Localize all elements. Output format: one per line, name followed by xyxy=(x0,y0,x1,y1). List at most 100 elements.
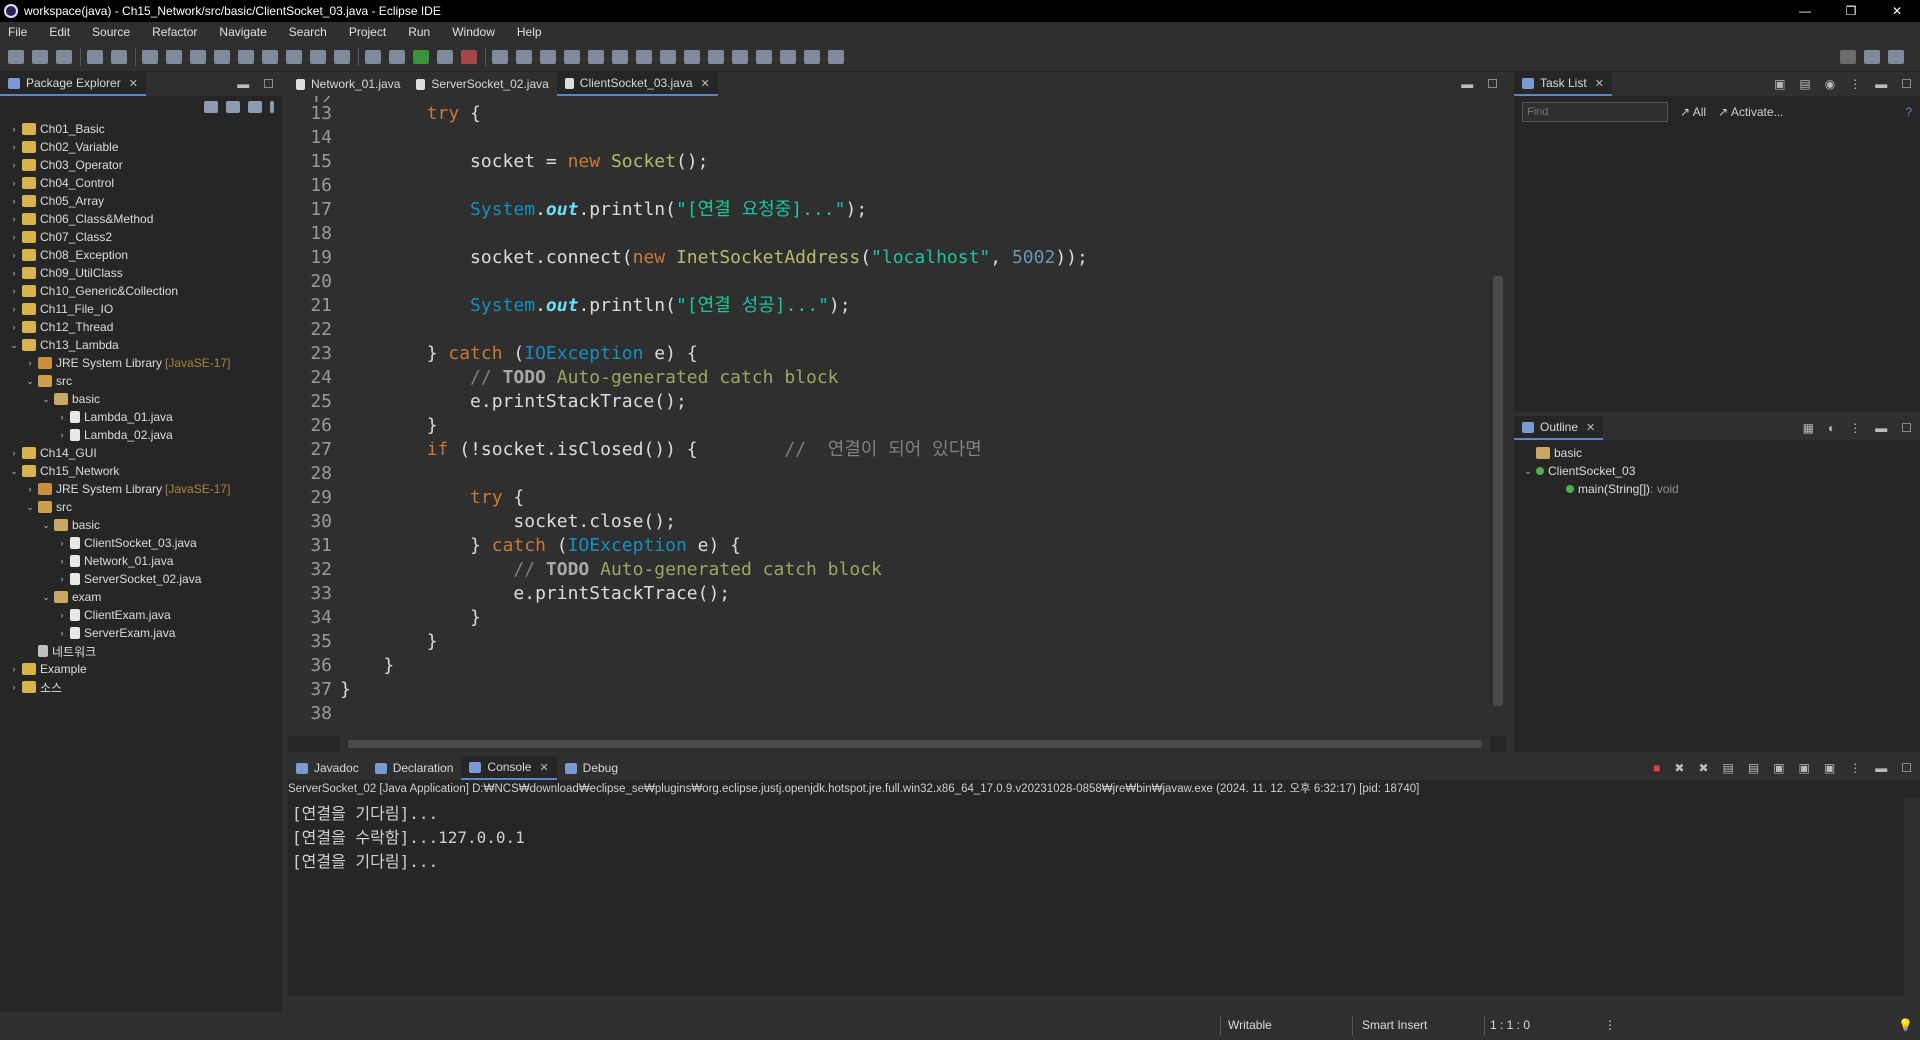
chevron-down-icon[interactable]: ⌄ xyxy=(24,376,36,387)
tab-package-explorer[interactable]: Package Explorer ✕ xyxy=(0,72,146,96)
sort-icon[interactable]: ▦ xyxy=(1803,421,1814,435)
terminal-icon[interactable] xyxy=(142,49,158,64)
restore-button[interactable]: ❐ xyxy=(1828,0,1874,22)
new-java-project-icon[interactable] xyxy=(492,49,508,64)
redo-icon[interactable] xyxy=(111,49,127,64)
code-line[interactable] xyxy=(340,270,1490,294)
all-link[interactable]: ↗ All xyxy=(1680,105,1706,119)
close-icon[interactable]: ✕ xyxy=(539,761,548,774)
chevron-right-icon[interactable]: › xyxy=(56,610,68,620)
tree-item[interactable]: › Ch03_Operator xyxy=(0,156,282,174)
outline-item[interactable]: ⌄ ClientSocket_03 xyxy=(1514,462,1920,480)
code-line[interactable]: try { xyxy=(340,102,1490,126)
minimize-view-button[interactable]: ▬ xyxy=(1875,77,1887,91)
code-line[interactable]: System.out.println("[연결 성공]..."); xyxy=(340,294,1490,318)
code-line[interactable]: } xyxy=(340,678,1490,702)
menu-navigate[interactable]: Navigate xyxy=(219,25,266,39)
code-line[interactable]: } xyxy=(340,654,1490,678)
tree-item[interactable]: › Ch05_Array xyxy=(0,192,282,210)
tree-item[interactable]: ⌄ src xyxy=(0,498,282,516)
code-line[interactable]: // TODO Auto-generated catch block xyxy=(340,558,1490,582)
tree-item[interactable]: › Ch04_Control xyxy=(0,174,282,192)
outline-item[interactable]: main(String[]) : void xyxy=(1514,480,1920,498)
block-selection-icon[interactable] xyxy=(660,49,676,64)
code-line[interactable]: } catch (IOException e) { xyxy=(340,342,1490,366)
debug-icon[interactable] xyxy=(389,49,405,64)
minimize-view-button[interactable]: ▬ xyxy=(1461,77,1473,91)
tab-outline[interactable]: Outline ✕ xyxy=(1514,416,1604,440)
scroll-thumb[interactable] xyxy=(1493,276,1503,706)
code-line[interactable]: } xyxy=(340,606,1490,630)
close-icon[interactable]: ✕ xyxy=(701,77,710,90)
code-line[interactable]: } xyxy=(340,630,1490,654)
menu-edit[interactable]: Edit xyxy=(49,25,70,39)
tree-item[interactable]: › Ch10_Generic&Collection xyxy=(0,282,282,300)
code-line[interactable] xyxy=(340,702,1490,726)
minimize-view-button[interactable]: ▬ xyxy=(1875,761,1887,775)
view-menu-icon[interactable]: ⋮ xyxy=(1849,77,1861,91)
tab-console[interactable]: Console ✕ xyxy=(461,756,557,780)
tree-item[interactable]: › Ch09_UtilClass xyxy=(0,264,282,282)
chevron-right-icon[interactable]: › xyxy=(8,304,20,314)
tab-network-01[interactable]: Network_01.java xyxy=(288,72,408,96)
tab-declaration[interactable]: Declaration xyxy=(367,756,462,780)
tree-item[interactable]: › 소스 xyxy=(0,678,282,696)
chevron-down-icon[interactable]: ⌄ xyxy=(24,502,36,513)
step-over-icon[interactable] xyxy=(310,49,326,64)
tree-item[interactable]: › Ch14_GUI xyxy=(0,444,282,462)
code-line[interactable]: // TODO Auto-generated catch block xyxy=(340,366,1490,390)
chevron-right-icon[interactable]: › xyxy=(8,142,20,152)
maximize-view-button[interactable]: ☐ xyxy=(263,77,274,91)
chevron-right-icon[interactable]: › xyxy=(8,214,20,224)
new-package-icon[interactable] xyxy=(516,49,532,64)
tree-item[interactable]: › Ch06_Class&Method xyxy=(0,210,282,228)
view-menu-icon[interactable] xyxy=(270,101,274,113)
tree-item[interactable]: › Lambda_02.java xyxy=(0,426,282,444)
code-editor[interactable]: 1213141516171819202122232425262728293031… xyxy=(288,96,1490,736)
close-icon[interactable]: ✕ xyxy=(129,77,138,90)
status-menu-icon[interactable]: ⋮ xyxy=(1604,1018,1616,1032)
disconnect-icon[interactable] xyxy=(262,49,278,64)
code-line[interactable]: socket.close(); xyxy=(340,510,1490,534)
chevron-right-icon[interactable]: › xyxy=(56,412,68,422)
tree-item[interactable]: 네트워크 xyxy=(0,642,282,660)
console-horizontal-scrollbar[interactable] xyxy=(288,996,1904,1012)
pin-console-icon[interactable]: ▣ xyxy=(1773,761,1784,775)
java-perspective-icon[interactable] xyxy=(1888,49,1904,64)
chevron-down-icon[interactable]: ⌄ xyxy=(1522,466,1534,477)
coverage-icon[interactable] xyxy=(437,49,453,64)
minimize-view-button[interactable]: ▬ xyxy=(1875,421,1887,435)
chevron-down-icon[interactable]: ⌄ xyxy=(40,394,52,405)
tree-item[interactable]: › Ch08_Exception xyxy=(0,246,282,264)
chevron-right-icon[interactable]: › xyxy=(8,178,20,188)
highlight-icon[interactable] xyxy=(636,49,652,64)
tree-item[interactable]: ⌄ exam xyxy=(0,588,282,606)
chevron-right-icon[interactable]: › xyxy=(8,268,20,278)
maximize-view-button[interactable]: ☐ xyxy=(1901,77,1912,91)
outline-item[interactable]: basic xyxy=(1514,444,1920,462)
chevron-right-icon[interactable]: › xyxy=(8,664,20,674)
console-output[interactable]: [연결을 기다림]... [연결을 수락함]...127.0.0.1 [연결을 기다… xyxy=(288,798,1904,996)
menu-refactor[interactable]: Refactor xyxy=(152,25,197,39)
view-menu-icon[interactable]: ⋮ xyxy=(1849,421,1861,435)
code-line[interactable] xyxy=(340,318,1490,342)
chevron-right-icon[interactable]: › xyxy=(8,448,20,458)
code-line[interactable]: System.out.println("[연결 요청중]..."); xyxy=(340,198,1490,222)
notification-icon[interactable]: 💡 xyxy=(1898,1018,1913,1032)
save-icon[interactable] xyxy=(32,49,48,64)
chevron-right-icon[interactable]: › xyxy=(8,286,20,296)
tree-item[interactable]: › ServerExam.java xyxy=(0,624,282,642)
chevron-right-icon[interactable]: › xyxy=(24,358,36,368)
code-line[interactable]: } xyxy=(340,414,1490,438)
tree-item[interactable]: › ServerSocket_02.java xyxy=(0,570,282,588)
code-line[interactable]: socket = new Socket(); xyxy=(340,150,1490,174)
chevron-right-icon[interactable]: › xyxy=(56,628,68,638)
minimize-button[interactable]: — xyxy=(1782,0,1828,22)
external-tools-icon[interactable] xyxy=(461,49,477,64)
open-perspective-icon[interactable] xyxy=(1864,49,1880,64)
tree-item[interactable]: › ClientSocket_03.java xyxy=(0,534,282,552)
run-icon[interactable] xyxy=(413,49,429,64)
tab-serversocket-02[interactable]: ServerSocket_02.java xyxy=(408,72,556,96)
collapse-all-icon[interactable] xyxy=(204,101,218,113)
code-line[interactable]: if (!socket.isClosed()) { // 연결이 되어 있다면 xyxy=(340,438,1490,462)
